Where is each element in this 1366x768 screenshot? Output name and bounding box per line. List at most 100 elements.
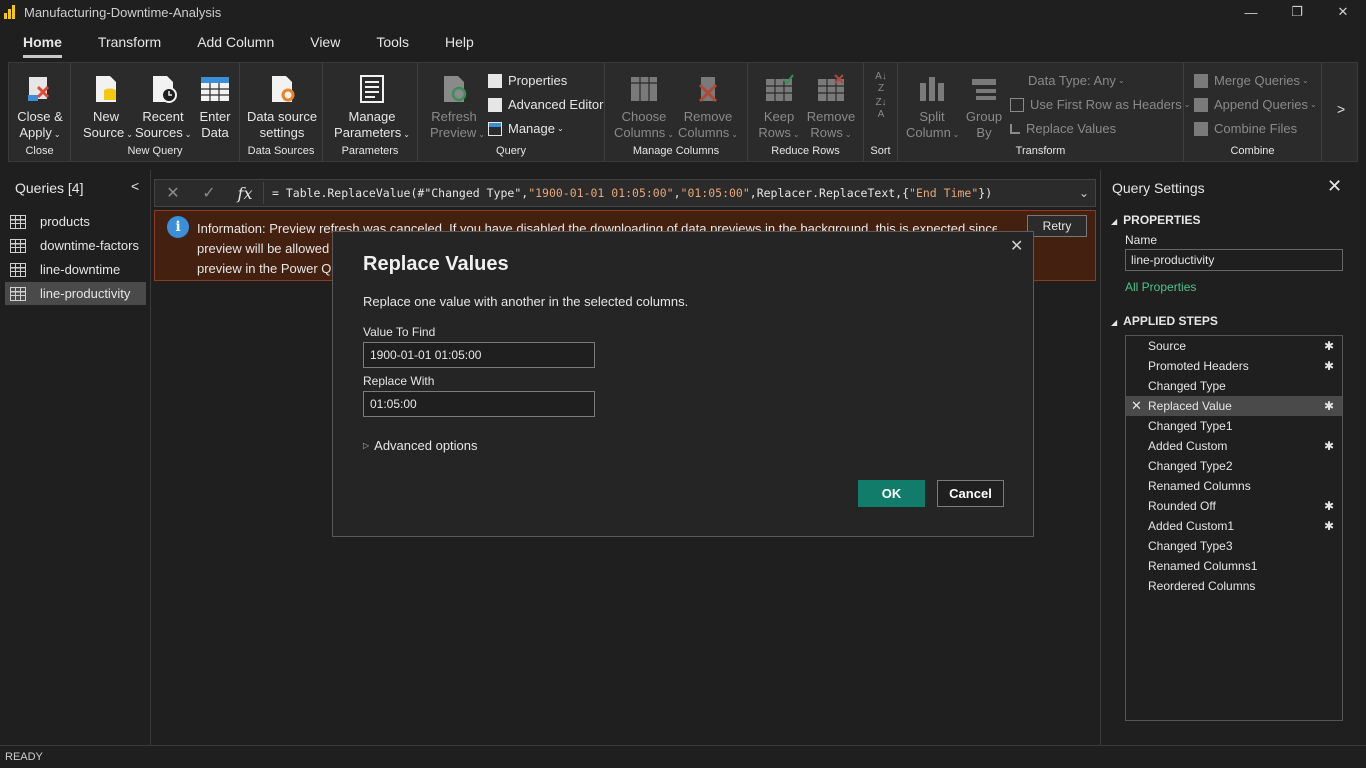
- table-grid-icon: [199, 73, 231, 105]
- refresh-icon: [438, 73, 470, 105]
- remove-rows-icon: [815, 73, 847, 105]
- close-query-settings-icon[interactable]: ✕: [1327, 176, 1342, 197]
- sort-descending-button[interactable]: Z↓ A: [870, 97, 892, 121]
- ribbon-scroll-right-button[interactable]: >: [1337, 101, 1345, 117]
- data-type-dropdown[interactable]: Data Type: Any ⌄: [1028, 73, 1125, 88]
- query-item-line-productivity[interactable]: line-productivity: [5, 282, 146, 305]
- cancel-button[interactable]: Cancel: [937, 480, 1004, 507]
- step-changed-type[interactable]: Changed Type: [1126, 376, 1342, 396]
- group-label-close: Close: [25, 145, 54, 157]
- query-item-downtime-factors[interactable]: downtime-factors: [5, 234, 146, 257]
- gear-icon[interactable]: ✱: [1324, 336, 1334, 356]
- merge-queries-icon: [1194, 73, 1208, 88]
- delete-step-icon[interactable]: ✕: [1131, 396, 1142, 416]
- ribbon: Close & Apply ⌄ Close New Source ⌄ Recent …: [8, 62, 1358, 162]
- gear-icon[interactable]: ✱: [1324, 496, 1334, 516]
- append-queries-button[interactable]: Append Queries ⌄: [1194, 97, 1317, 112]
- tab-tools[interactable]: Tools: [366, 24, 419, 60]
- group-data-sources: Data source settings Data Sources: [240, 63, 323, 161]
- properties-section-header[interactable]: ◢ PROPERTIES: [1111, 213, 1201, 227]
- refresh-preview-button[interactable]: Refresh Preview ⌄: [430, 71, 485, 143]
- gear-icon[interactable]: ✱: [1324, 396, 1334, 416]
- group-by-button[interactable]: Group By: [964, 71, 1004, 141]
- group-new-query: New Source ⌄ Recent Sources ⌄ Enter Data N…: [71, 63, 240, 161]
- name-label: Name: [1125, 233, 1158, 247]
- choose-columns-button[interactable]: Choose Columns ⌄: [613, 71, 675, 143]
- group-label-sort: Sort: [870, 145, 891, 157]
- group-label-reduce-rows: Reduce Rows: [771, 145, 840, 157]
- group-query: Refresh Preview ⌄ Properties Advanced Edi…: [418, 63, 605, 161]
- step-added-custom1[interactable]: Added Custom1 ✱: [1126, 516, 1342, 536]
- sort-ascending-button[interactable]: A↓ Z: [870, 71, 892, 95]
- new-source-button[interactable]: New Source ⌄: [83, 71, 133, 143]
- advanced-options-toggle[interactable]: ▷ Advanced options: [363, 438, 478, 453]
- properties-button[interactable]: Properties: [488, 73, 567, 88]
- collapse-queries-pane-icon[interactable]: <: [131, 178, 139, 194]
- retry-button[interactable]: Retry: [1027, 215, 1087, 237]
- use-first-row-headers-button[interactable]: Use First Row as Headers ⌄: [1010, 97, 1190, 112]
- step-source[interactable]: Source ✱: [1126, 336, 1342, 356]
- keep-rows-button[interactable]: Keep Rows ⌄: [756, 71, 802, 143]
- choose-columns-icon: [628, 73, 660, 105]
- step-renamed-columns1[interactable]: Renamed Columns1: [1126, 556, 1342, 576]
- tab-view[interactable]: View: [300, 24, 350, 60]
- queries-pane-title: Queries [4]: [15, 180, 84, 196]
- step-changed-type3[interactable]: Changed Type3: [1126, 536, 1342, 556]
- tab-home[interactable]: Home: [13, 24, 72, 60]
- split-column-button[interactable]: Split Column ⌄: [906, 71, 960, 143]
- step-replaced-value[interactable]: ✕ Replaced Value ✱: [1126, 396, 1342, 416]
- fx-icon[interactable]: fx: [227, 184, 263, 203]
- step-rounded-off[interactable]: Rounded Off ✱: [1126, 496, 1342, 516]
- combine-files-icon: [1194, 121, 1208, 136]
- append-queries-icon: [1194, 97, 1208, 112]
- formula-input[interactable]: = Table.ReplaceValue(#"Changed Type","19…: [263, 182, 1073, 204]
- query-name-input[interactable]: line-productivity: [1125, 249, 1343, 271]
- restore-button[interactable]: ❐: [1274, 0, 1320, 24]
- tab-add-column[interactable]: Add Column: [187, 24, 284, 60]
- remove-rows-button[interactable]: Remove Rows ⌄: [804, 71, 858, 143]
- dialog-title: Replace Values: [363, 253, 509, 275]
- merge-queries-button[interactable]: Merge Queries ⌄: [1194, 73, 1309, 88]
- ok-button[interactable]: OK: [858, 480, 925, 507]
- gear-icon[interactable]: ✱: [1324, 516, 1334, 536]
- gear-icon[interactable]: ✱: [1324, 436, 1334, 456]
- step-added-custom[interactable]: Added Custom ✱: [1126, 436, 1342, 456]
- value-to-find-input[interactable]: 1900-01-01 01:05:00: [363, 342, 595, 368]
- applied-steps-section-header[interactable]: ◢ APPLIED STEPS: [1111, 314, 1218, 328]
- title-bar: Manufacturing-Downtime-Analysis — ❐ ✕: [0, 0, 1366, 24]
- manage-parameters-button[interactable]: Manage Parameters ⌄: [333, 71, 411, 143]
- minimize-button[interactable]: —: [1228, 0, 1274, 24]
- step-changed-type2[interactable]: Changed Type2: [1126, 456, 1342, 476]
- power-bi-logo-icon: [4, 5, 18, 19]
- replace-values-button[interactable]: Replace Values: [1010, 121, 1116, 136]
- query-item-line-downtime[interactable]: line-downtime: [5, 258, 146, 281]
- commit-formula-icon[interactable]: ✓: [191, 183, 227, 203]
- parameters-icon: [356, 73, 388, 105]
- step-changed-type1[interactable]: Changed Type1: [1126, 416, 1342, 436]
- replace-with-input[interactable]: 01:05:00: [363, 391, 595, 417]
- query-item-products[interactable]: products: [5, 210, 146, 233]
- expand-formula-bar-icon[interactable]: ⌄: [1073, 186, 1095, 200]
- gear-icon[interactable]: ✱: [1324, 356, 1334, 376]
- queries-pane: Queries [4] < products downtime-factors …: [0, 170, 151, 745]
- step-promoted-headers[interactable]: Promoted Headers ✱: [1126, 356, 1342, 376]
- tab-transform[interactable]: Transform: [88, 24, 171, 60]
- enter-data-button[interactable]: Enter Data: [195, 71, 235, 141]
- data-source-settings-button[interactable]: Data source settings: [246, 71, 318, 141]
- close-window-button[interactable]: ✕: [1320, 0, 1366, 24]
- replace-with-label: Replace With: [363, 374, 435, 388]
- combine-files-button[interactable]: Combine Files: [1194, 121, 1297, 136]
- cancel-formula-icon[interactable]: ✕: [155, 183, 191, 203]
- remove-columns-button[interactable]: Remove Columns ⌄: [677, 71, 739, 143]
- step-reordered-columns[interactable]: Reordered Columns: [1126, 576, 1342, 596]
- advanced-editor-button[interactable]: Advanced Editor: [488, 97, 603, 112]
- close-dialog-icon[interactable]: ✕: [1010, 236, 1023, 256]
- all-properties-link[interactable]: All Properties: [1125, 280, 1196, 294]
- close-apply-button[interactable]: Close & Apply ⌄: [17, 71, 63, 143]
- recent-sources-button[interactable]: Recent Sources ⌄: [135, 71, 191, 143]
- step-renamed-columns[interactable]: Renamed Columns: [1126, 476, 1342, 496]
- manage-query-button[interactable]: Manage ⌄: [488, 121, 564, 136]
- query-settings-title: Query Settings: [1112, 180, 1205, 196]
- status-bar: READY: [0, 745, 1366, 768]
- tab-help[interactable]: Help: [435, 24, 484, 60]
